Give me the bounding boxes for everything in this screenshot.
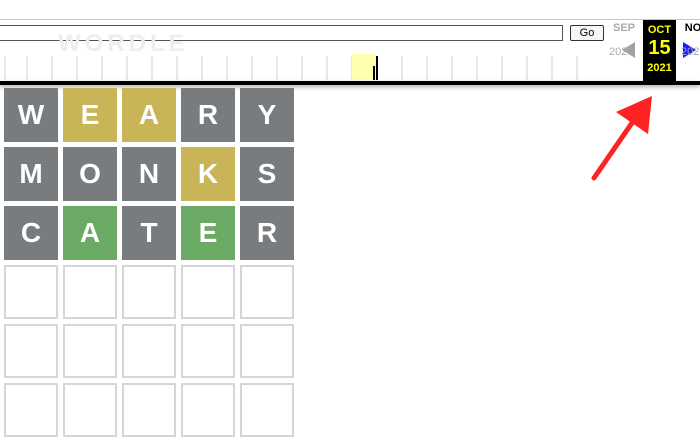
toolbar-divider: [0, 19, 700, 20]
letter-tile: R: [240, 206, 294, 260]
go-button[interactable]: Go: [570, 25, 604, 41]
letter-tile: [4, 383, 58, 437]
letter-tile: T: [122, 206, 176, 260]
letter-tile: [63, 324, 117, 378]
current-month: OCT: [647, 24, 672, 36]
letter-tile: E: [181, 206, 235, 260]
board-row: [4, 265, 299, 319]
board-row: WEARY: [4, 88, 299, 142]
letter-tile: M: [4, 147, 58, 201]
letter-tile: E: [63, 88, 117, 142]
letter-tile: O: [63, 147, 117, 201]
letter-tile: C: [4, 206, 58, 260]
letter-tile: Y: [240, 88, 294, 142]
letter-tile: [240, 265, 294, 319]
wayback-toolbar: Go WORDLE SEP 2020 OCT 15 2021 NO 202: [0, 0, 700, 82]
letter-tile: [63, 265, 117, 319]
board-row: [4, 324, 299, 378]
prev-month[interactable]: SEP: [602, 20, 646, 36]
letter-tile: [181, 324, 235, 378]
capture-sparkline[interactable]: [0, 50, 600, 80]
letter-tile: [4, 324, 58, 378]
letter-tile: [240, 383, 294, 437]
letter-tile: A: [122, 88, 176, 142]
board-row: CATER: [4, 206, 299, 260]
letter-tile: W: [4, 88, 58, 142]
letter-tile: R: [181, 88, 235, 142]
next-year-label[interactable]: 202: [681, 46, 699, 58]
current-day: 15: [648, 37, 671, 59]
wordle-board: WEARYMONKSCATER: [4, 88, 299, 442]
prev-year-label[interactable]: 2020: [609, 46, 633, 58]
letter-tile: N: [122, 147, 176, 201]
letter-tile: K: [181, 147, 235, 201]
letter-tile: [181, 265, 235, 319]
letter-tile: [240, 324, 294, 378]
letter-tile: [4, 265, 58, 319]
letter-tile: [122, 383, 176, 437]
toolbar-bottom-border: [0, 81, 700, 85]
letter-tile: [122, 324, 176, 378]
letter-tile: [122, 265, 176, 319]
letter-tile: [63, 383, 117, 437]
next-month-label: NO: [684, 22, 700, 34]
board-row: [4, 383, 299, 437]
board-row: MONKS: [4, 147, 299, 201]
letter-tile: [181, 383, 235, 437]
next-month[interactable]: NO: [678, 20, 700, 36]
red-annotation-arrow-icon: [591, 96, 652, 181]
current-capture-date: OCT 15 2021: [643, 20, 676, 82]
prev-month-label: SEP: [612, 22, 635, 34]
current-year: 2021: [647, 62, 672, 74]
letter-tile: A: [63, 206, 117, 260]
letter-tile: S: [240, 147, 294, 201]
